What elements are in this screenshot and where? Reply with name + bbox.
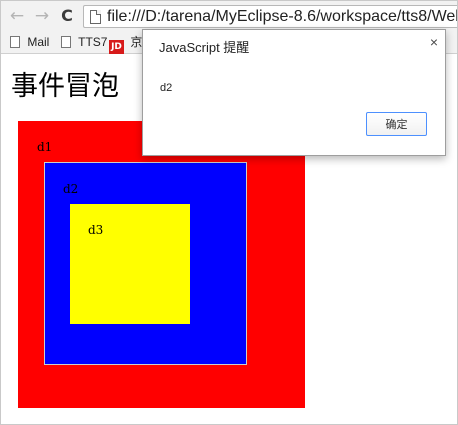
- browser-toolbar: ← → C file:///D:/tarena/MyEclipse-8.6/wo…: [1, 1, 457, 31]
- back-button[interactable]: ←: [9, 7, 25, 25]
- box-d2[interactable]: d2 d3: [44, 162, 247, 365]
- page-icon: [10, 36, 20, 48]
- box-d1-label: d1: [37, 140, 53, 154]
- box-d3-label: d3: [88, 223, 104, 237]
- bookmark-tts7[interactable]: TTS7: [61, 34, 107, 50]
- browser-window: ← → C file:///D:/tarena/MyEclipse-8.6/wo…: [0, 0, 458, 425]
- javascript-alert-dialog: JavaScript 提醒 × d2 确定: [142, 29, 446, 156]
- forward-button[interactable]: →: [34, 7, 50, 25]
- box-d2-label: d2: [63, 182, 79, 196]
- reload-button[interactable]: C: [58, 7, 76, 25]
- box-d3[interactable]: d3: [70, 204, 190, 324]
- bookmark-label: TTS7: [78, 35, 108, 49]
- jd-logo-icon: JD: [109, 40, 124, 55]
- url-text: file:///D:/tarena/MyEclipse-8.6/workspac…: [107, 8, 458, 25]
- page-title: 事件冒泡: [11, 71, 119, 102]
- dialog-message: d2: [160, 82, 173, 94]
- bookmark-mail[interactable]: Mail: [10, 34, 49, 50]
- address-bar[interactable]: file:///D:/tarena/MyEclipse-8.6/workspac…: [83, 5, 458, 28]
- box-d1[interactable]: d1 d2 d3: [18, 121, 305, 408]
- page-icon: [90, 10, 101, 24]
- ok-button[interactable]: 确定: [366, 112, 427, 136]
- dialog-title: JavaScript 提醒: [159, 40, 250, 55]
- page-icon: [61, 36, 71, 48]
- close-icon[interactable]: ×: [428, 35, 440, 49]
- bookmark-label: Mail: [27, 35, 50, 49]
